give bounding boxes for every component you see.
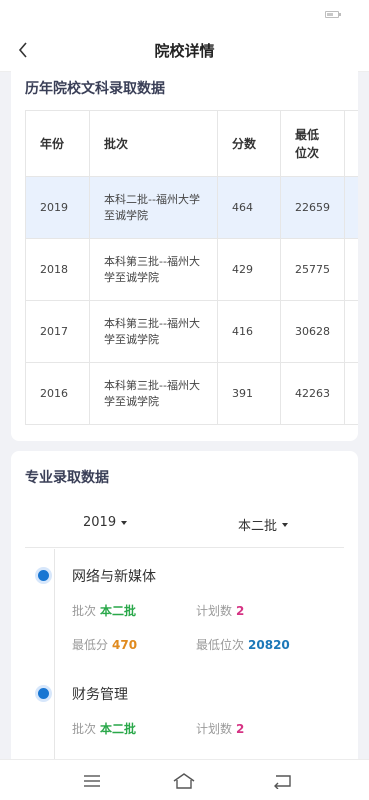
batch-value: 本二批: [100, 722, 137, 736]
table-row: 2018 本科第三批--福州大学至诚学院 429 25775: [26, 239, 358, 301]
batch-label: 批次: [72, 722, 97, 736]
year-dropdown[interactable]: 2019: [83, 515, 128, 530]
plan-label: 计划数: [196, 722, 233, 736]
cell-year: 2018: [26, 239, 90, 300]
status-bar: [0, 0, 369, 28]
admission-history-table: 年份 批次 分数 最低 位次 2019 本科二批--福州大学至诚学院 464 2…: [25, 110, 358, 425]
min-score-label: 最低分: [72, 638, 109, 652]
plan-label: 计划数: [196, 604, 233, 618]
major-plan: 计划数 2: [196, 602, 244, 619]
caret-down-icon: [282, 522, 289, 527]
divider: [25, 547, 344, 548]
table-row: 2016 本科第三批--福州大学至诚学院 391 42263: [26, 363, 358, 425]
cell-score: 464: [218, 177, 281, 238]
timeline-dot-icon: [35, 567, 52, 584]
cell-year: 2017: [26, 301, 90, 362]
cell-score: 391: [218, 363, 281, 424]
menu-button[interactable]: [80, 770, 104, 792]
table-header: 年份 批次 分数 最低 位次: [26, 111, 358, 177]
cell-batch: 本科第三批--福州大学至诚学院: [90, 363, 218, 424]
menu-icon: [84, 775, 100, 787]
table-row: 2019 本科二批--福州大学至诚学院 464 22659: [26, 177, 358, 239]
batch-value: 本二批: [100, 604, 137, 618]
plan-value: 2: [236, 604, 245, 618]
min-rank-value: 20820: [248, 638, 290, 652]
cell-score: 416: [218, 301, 281, 362]
min-score-value: 470: [112, 638, 138, 652]
return-icon: [274, 775, 291, 789]
return-button[interactable]: [270, 770, 294, 792]
col-year: 年份: [26, 111, 90, 176]
cell-min-rank: 22659: [281, 177, 345, 238]
home-button[interactable]: [172, 770, 196, 792]
home-icon: [173, 773, 195, 789]
major-name: 财务管理: [72, 687, 128, 703]
major-min-score: 最低分 470: [72, 636, 137, 653]
batch-label: 批次: [72, 604, 97, 618]
cell-min-rank: 30628: [281, 301, 345, 362]
col-score: 分数: [218, 111, 281, 176]
cell-year: 2016: [26, 363, 90, 424]
year-dropdown-value: 2019: [83, 515, 117, 530]
major-admission-title: 专业录取数据: [25, 470, 109, 486]
major-item: 网络与新媒体 批次 本二批 计划数 2 最低分 470 最低位次 20820: [0, 566, 347, 684]
major-plan: 计划数 2: [196, 720, 244, 737]
cell-batch: 本科第三批--福州大学至诚学院: [90, 239, 218, 300]
cell-min-rank: 25775: [281, 239, 345, 300]
plan-value: 2: [236, 722, 245, 736]
system-nav-bar: [0, 759, 369, 800]
admission-history-title: 历年院校文科录取数据: [25, 81, 165, 97]
major-min-rank: 最低位次 20820: [196, 636, 290, 653]
page-title: 院校详情: [154, 42, 215, 60]
cell-batch: 本科二批--福州大学至诚学院: [90, 177, 218, 238]
cell-min-rank: 42263: [281, 363, 345, 424]
min-rank-label: 最低位次: [196, 638, 245, 652]
major-batch: 批次 本二批: [72, 720, 136, 737]
timeline-dot-icon: [35, 685, 52, 702]
caret-down-icon: [121, 520, 128, 525]
batch-dropdown-value: 本二批: [238, 519, 278, 534]
admission-history-card: 历年院校文科录取数据 年份 批次 分数 最低 位次 2019 本科二批--福州大…: [11, 64, 358, 441]
batch-dropdown[interactable]: 本二批: [238, 515, 289, 534]
cell-batch: 本科第三批--福州大学至诚学院: [90, 301, 218, 362]
battery-icon: [325, 11, 341, 18]
col-min-rank: 最低 位次: [281, 111, 345, 176]
cell-year: 2019: [26, 177, 90, 238]
major-batch: 批次 本二批: [72, 602, 136, 619]
cell-score: 429: [218, 239, 281, 300]
table-row: 2017 本科第三批--福州大学至诚学院 416 30628: [26, 301, 358, 363]
col-batch: 批次: [90, 111, 218, 176]
major-name: 网络与新媒体: [72, 569, 156, 585]
